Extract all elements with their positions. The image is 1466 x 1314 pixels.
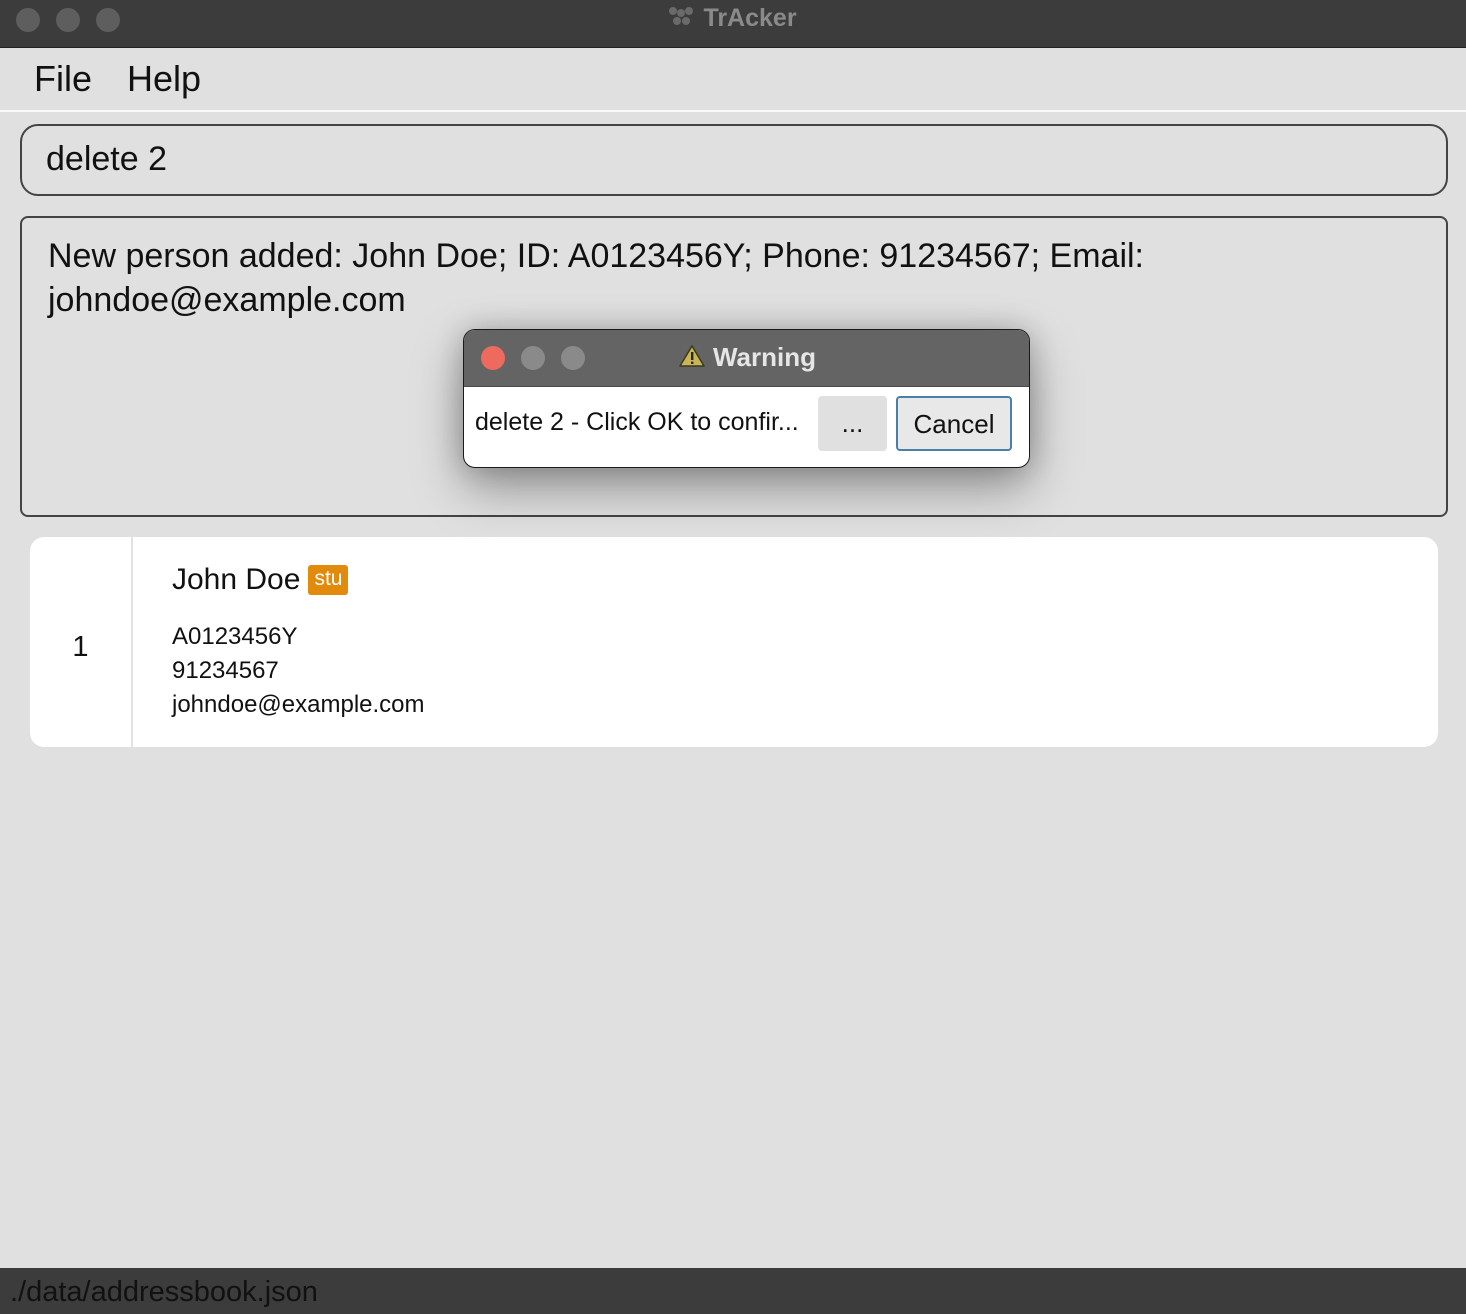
status-bar: ./data/addressbook.json: [0, 1268, 1466, 1314]
dialog-message: delete 2 - Click OK to confir...: [475, 408, 799, 436]
dialog-title-text: Warning: [712, 342, 817, 372]
cancel-button[interactable]: Cancel: [896, 396, 1012, 451]
menu-file[interactable]: File: [34, 58, 92, 100]
person-card[interactable]: 1 John Doe stu A0123456Y 91234567 johndoe…: [30, 537, 1438, 747]
window-title-text: TrAcker: [703, 4, 797, 32]
command-input[interactable]: delete 2: [20, 124, 1448, 196]
title-bar: TrAcker: [0, 0, 1466, 48]
ok-button[interactable]: ...: [818, 396, 887, 451]
data-file-path: ./data/addressbook.json: [10, 1276, 318, 1308]
result-line-1: New person added: John Doe; ID: A0123456…: [48, 237, 1145, 275]
window-title: TrAcker: [0, 4, 1466, 33]
result-line-2: johndoe@example.com: [48, 281, 406, 319]
warning-dialog: Warning delete 2 - Click OK to confir...…: [463, 329, 1030, 468]
menu-help[interactable]: Help: [127, 58, 201, 100]
menu-bar: File Help: [0, 48, 1466, 112]
person-name: John Doe: [172, 563, 301, 596]
person-phone: 91234567: [172, 657, 279, 684]
dialog-title: Warning: [464, 342, 1029, 373]
dialog-title-bar: Warning: [464, 330, 1029, 387]
person-email: johndoe@example.com: [172, 691, 425, 718]
person-id: A0123456Y: [172, 623, 298, 650]
person-index: 1: [30, 537, 133, 747]
person-name-row: John Doe stu: [172, 563, 349, 597]
person-tag: stu: [308, 565, 349, 595]
warning-triangle-icon: [679, 345, 705, 367]
app-logo-icon: [669, 7, 694, 29]
